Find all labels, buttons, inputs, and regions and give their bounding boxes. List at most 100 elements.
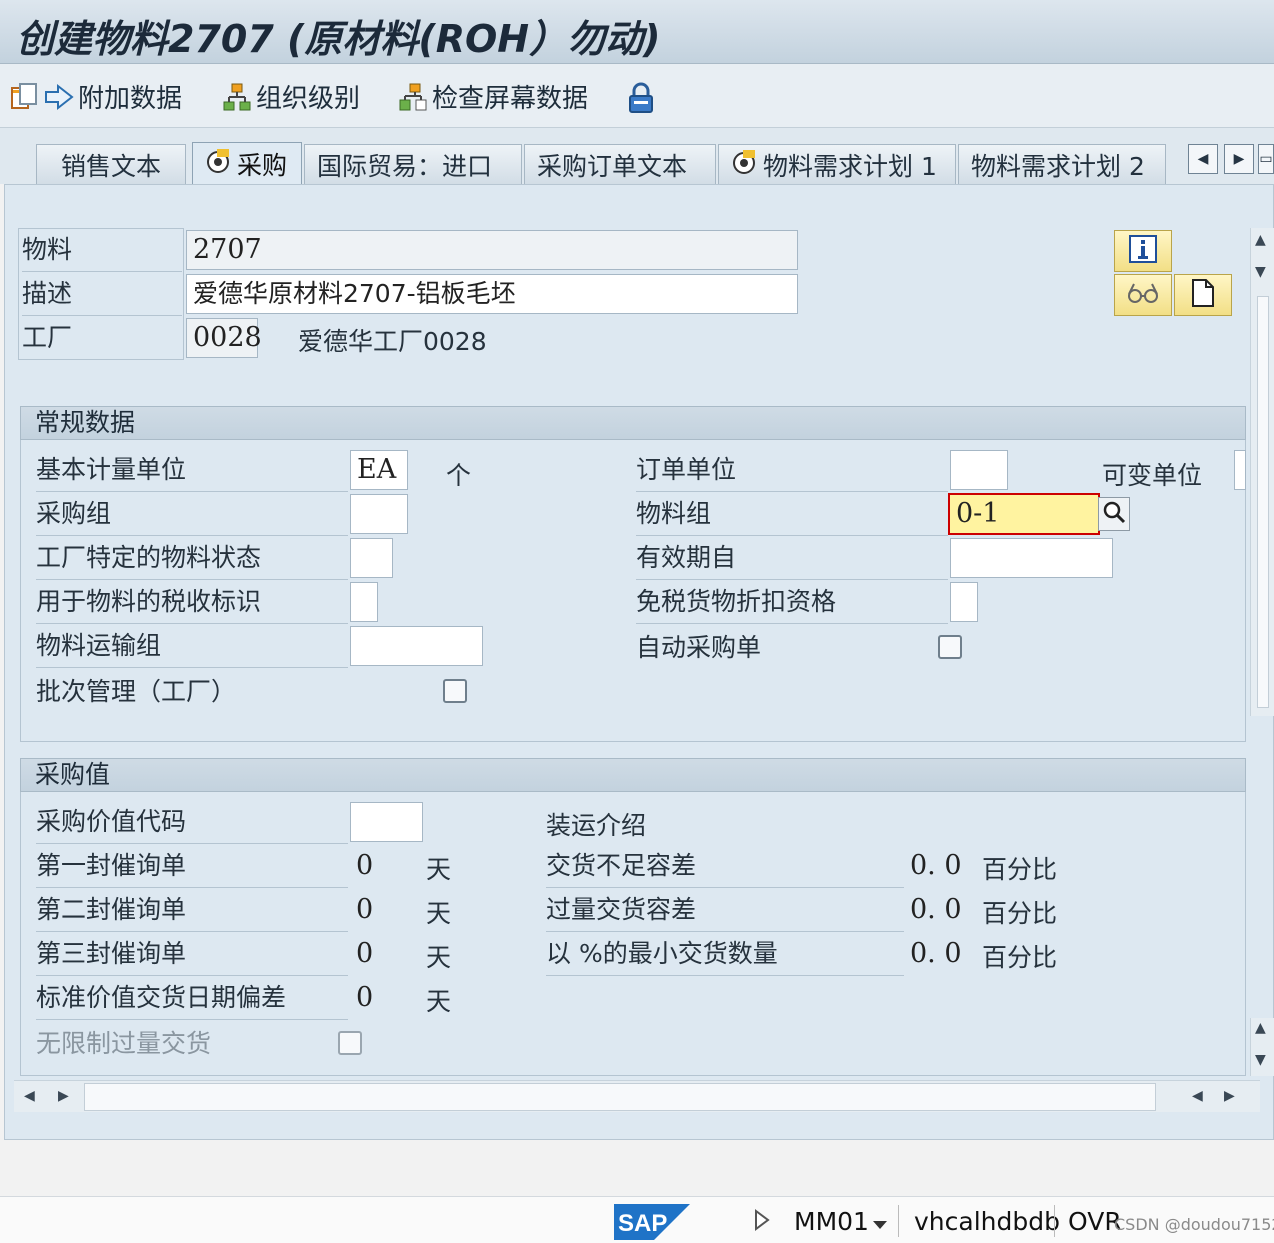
batch-management-label: 批次管理（工厂） [36,677,237,706]
material-group-field[interactable]: 0-1 [948,493,1100,535]
variable-unit-field[interactable] [1234,450,1246,490]
overdelivery-tolerance-label: 过量交货容差 [546,890,904,932]
org-levels-button[interactable]: 组织级别 [222,78,360,114]
separator [1054,1205,1055,1237]
copy-document-icon [10,82,38,110]
lock-button[interactable] [626,78,654,114]
watermark-text: CSDN @doudou7152 [1114,1215,1274,1234]
batch-management-checkbox[interactable] [443,679,467,703]
scroll-left-icon[interactable]: ◀ [24,1088,35,1104]
description-field[interactable]: 爱德华原材料2707-铝板毛坯 [186,274,798,314]
auto-po-checkbox[interactable] [938,635,962,659]
purch-value-key-field[interactable] [350,802,423,842]
valid-from-field[interactable] [950,538,1113,578]
chevron-left-icon: ◀ [1197,151,1209,167]
reminder3-unit: 天 [426,943,452,972]
scroll-up-icon[interactable]: ▲ [1255,1020,1266,1036]
check-screen-data-button[interactable]: 检查屏幕数据 [398,78,588,114]
plant-label: 工厂 [22,323,73,352]
play-icon[interactable] [754,1209,770,1235]
unlimited-overdelivery-label: 无限制过量交货 [36,1029,212,1058]
reminder1-unit: 天 [426,855,452,884]
plant-field[interactable]: 0028 [186,318,262,358]
svg-text:SAP: SAP [618,1210,667,1237]
scroll-right-icon[interactable]: ▶ [58,1088,69,1104]
tab-label: 销售文本 [60,151,161,181]
tab-foreign-trade-import[interactable]: 国际贸易：进口 [304,144,522,184]
info-icon [1128,234,1158,268]
vertical-scrollbar[interactable]: ▲ ▼ [1250,228,1274,716]
reminder2-value: 0 [356,894,374,925]
material-field[interactable]: 2707 [186,230,798,270]
std-deviation-label: 标准价值交货日期偏差 [36,978,348,1020]
scroll-left-icon[interactable]: ◀ [1192,1088,1203,1104]
discount-eligibility-field[interactable] [950,582,978,622]
title-bar: 创建物料2707 (原材料(ROH）勿动) [0,0,1274,64]
valid-from-label: 有效期自 [636,538,948,580]
purch-group-field[interactable] [350,494,408,534]
check-data-icon [398,82,427,111]
tab-strip: 销售文本 采购 国际贸易：进口 采购订单文本 物料需求计划 1 物料需求计划 2… [0,128,1274,184]
horizontal-scroll-thumb[interactable] [84,1083,1156,1111]
server-name: vhcalhdbdb [914,1207,1060,1236]
tab-mrp2[interactable]: 物料需求计划 2 [958,144,1166,184]
scroll-right-icon[interactable]: ▶ [1224,1088,1235,1104]
underdelivery-tolerance-label: 交货不足容差 [546,846,904,888]
material-group-search-button[interactable] [1098,497,1130,531]
scroll-thumb[interactable] [1257,296,1269,708]
tab-list-button[interactable]: ▭ [1258,144,1274,174]
tab-scroll-right-button[interactable]: ▶ [1224,144,1254,174]
scroll-up-icon[interactable]: ▲ [1255,232,1266,248]
application-toolbar: 附加数据 组织级别 检查屏幕数据 [0,64,1274,128]
vertical-scrollbar-lower[interactable]: ▲ ▼ [1250,1018,1274,1076]
info-button[interactable] [1114,230,1172,272]
base-uom-label: 基本计量单位 [36,450,348,492]
scroll-down-icon[interactable]: ▼ [1255,264,1266,280]
additional-data-button[interactable]: 附加数据 [10,78,182,114]
purch-value-key-label: 采购价值代码 [36,802,348,844]
reminder3-label: 第三封催询单 [36,934,348,976]
underdelivery-tolerance-unit: 百分比 [982,855,1058,884]
reminder1-label: 第一封催询单 [36,846,348,888]
horizontal-scrollbar[interactable]: ◀ ▶ ◀ ▶ [14,1080,1260,1112]
scroll-down-icon[interactable]: ▼ [1255,1052,1266,1068]
status-bar: SAP MM01 vhcalhdbdb OVR CSDN @doudou7152 [0,1196,1274,1243]
plant-status-label: 工厂特定的物料状态 [36,538,348,580]
tab-label: 采购 [237,150,288,180]
tab-mrp1[interactable]: 物料需求计划 1 [718,144,956,184]
plant-status-field[interactable] [350,538,393,578]
purchasing-values-header: 采购值 [20,758,1246,792]
tab-sales-text[interactable]: 销售文本 [36,144,186,184]
reminder2-unit: 天 [426,899,452,928]
base-uom-field[interactable]: EA [350,450,408,490]
document-icon [1190,278,1216,312]
material-group-label: 物料组 [636,494,948,536]
chevron-down-icon[interactable] [872,1215,888,1234]
status-gear-icon [731,149,757,181]
additional-data-label: 附加数据 [78,83,183,114]
check-screen-data-label: 检查屏幕数据 [432,83,589,114]
general-data-header: 常规数据 [20,406,1246,440]
lock-icon [626,82,654,113]
material-label: 物料 [22,230,182,272]
min-delivery-qty-value: 0. 0 [910,938,962,969]
order-unit-field[interactable] [950,450,1008,490]
variable-unit-label: 可变单位 [1102,461,1203,490]
overdelivery-tolerance-value: 0. 0 [910,894,962,925]
display-button[interactable] [1114,274,1172,316]
unlimited-overdelivery-checkbox[interactable] [338,1031,362,1055]
status-gear-icon [205,148,231,180]
tab-po-text[interactable]: 采购订单文本 [524,144,716,184]
glasses-icon [1126,280,1160,310]
transaction-code: MM01 [794,1207,869,1236]
freight-group-label: 物料运输组 [36,626,348,668]
new-document-button[interactable] [1174,274,1232,316]
freight-group-field[interactable] [350,626,483,666]
tab-scroll-left-button[interactable]: ◀ [1188,144,1218,174]
std-deviation-unit: 天 [426,987,452,1016]
tax-indicator-field[interactable] [350,582,378,622]
std-deviation-value: 0 [356,982,374,1013]
base-uom-text: 个 [446,461,472,490]
tab-purchasing[interactable]: 采购 [192,142,302,184]
tab-label: 物料需求计划 1 [763,151,937,181]
